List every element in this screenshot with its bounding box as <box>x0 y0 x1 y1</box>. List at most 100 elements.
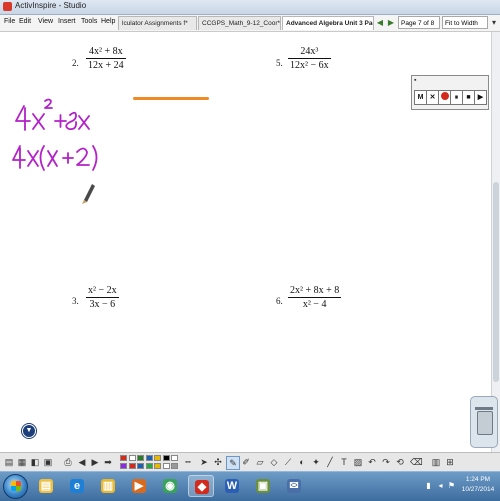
internet-explorer-icon: e <box>70 479 84 493</box>
color-swatch[interactable] <box>120 455 127 461</box>
trash-lid <box>475 407 493 410</box>
menu-help[interactable]: Help <box>101 18 115 25</box>
tools-icon[interactable]: ✣ <box>212 456 224 468</box>
windows-taskbar: ▤ e ▥ ▶ ◉ ◆ W ▣ ✉ ▮ ◂ ⚑ 1:24 PM 10/27/2014 <box>0 471 500 501</box>
color-palette <box>120 454 180 470</box>
start-button[interactable] <box>3 474 28 499</box>
highlighter-icon[interactable]: ✐ <box>240 456 252 468</box>
forward-icon[interactable]: ▶ <box>89 456 101 468</box>
taskbar-internet-explorer-button[interactable]: e <box>64 475 90 497</box>
page-indicator: Page 7 of 8 <box>398 16 440 29</box>
toolbox-toggle-icon[interactable]: ▼ <box>22 424 36 438</box>
toolbox-pin-icon[interactable]: ⊞ <box>444 456 456 468</box>
main-toolbox: ▤ ▦ ◧ ▣ ⎙ ◀ ▶ ➡ ┅ ➤ ✣ ✎ ✐ ▱ ◇ ⟋ ◐ ✦ ╱ T … <box>0 452 500 471</box>
activinspire-logo-icon <box>3 2 12 11</box>
fill-icon[interactable]: ◐ <box>296 456 308 468</box>
pen-tool-icon[interactable]: ✎ <box>226 456 240 470</box>
system-clock[interactable]: 1:24 PM 10/27/2014 <box>458 475 498 495</box>
next-page-icon[interactable]: ▶ <box>386 18 396 28</box>
clear-icon[interactable]: ⌫ <box>410 456 423 468</box>
connector-icon[interactable]: ⟋ <box>282 456 294 468</box>
word-icon: W <box>225 479 239 493</box>
zoom-select[interactable]: Fit to Width <box>442 16 488 29</box>
page-forward-icon[interactable]: ➡ <box>102 456 114 468</box>
color-swatch[interactable] <box>145 462 153 469</box>
play-button[interactable]: ▶ <box>474 90 487 105</box>
color-swatch[interactable] <box>154 462 161 469</box>
taskbar-app-8-button[interactable]: ▣ <box>250 475 276 497</box>
text-tool-icon[interactable]: T <box>338 456 350 468</box>
handwritten-factored <box>12 145 98 171</box>
handwritten-numerator <box>15 98 90 131</box>
app-8-icon: ▣ <box>256 479 270 493</box>
reset-page-icon[interactable]: ⟲ <box>394 456 406 468</box>
orange-annotation-line <box>133 97 209 100</box>
back-icon[interactable]: ◀ <box>76 456 88 468</box>
chevron-down-icon[interactable]: ▾ <box>489 18 499 28</box>
tab-advanced-algebra[interactable]: Advanced Algebra Unit 3 Pack <box>282 16 374 30</box>
desktop-annotate-icon[interactable]: ◧ <box>29 456 41 468</box>
color-swatch[interactable] <box>137 462 144 469</box>
recorder-toolbar[interactable]: ▪ M ✕ ⏸ ■ ▶ <box>411 75 489 110</box>
image-tool-icon[interactable]: ▨ <box>352 456 364 468</box>
menu-insert[interactable]: Insert <box>58 18 76 25</box>
print-icon[interactable]: ⎙ <box>62 456 74 468</box>
pen-cursor-icon <box>82 184 95 204</box>
tab-calculator-assignments[interactable]: lculator Assignments f* <box>118 16 197 30</box>
color-swatch[interactable] <box>171 455 178 461</box>
color-swatch[interactable] <box>137 455 144 461</box>
recorder-close-icon[interactable]: ▪ <box>414 77 416 84</box>
menu-edit[interactable]: Edit <box>19 18 31 25</box>
network-icon[interactable]: ▮ <box>424 481 433 490</box>
record-icon <box>440 92 449 101</box>
color-swatch[interactable] <box>154 455 161 461</box>
eraser-icon[interactable]: ▱ <box>254 456 266 468</box>
activinspire-icon: ◆ <box>195 480 209 494</box>
color-swatch[interactable] <box>120 462 127 469</box>
trash-can-icon[interactable] <box>470 396 498 448</box>
app-9-icon: ✉ <box>287 479 301 493</box>
color-swatch[interactable] <box>171 462 178 469</box>
trash-body <box>477 411 493 435</box>
redo-icon[interactable]: ↷ <box>380 456 392 468</box>
scrollbar-thumb[interactable] <box>493 182 499 382</box>
chrome-icon: ◉ <box>163 479 177 493</box>
line-icon[interactable]: ╱ <box>324 456 336 468</box>
flag-icon[interactable]: ⚑ <box>447 481 456 490</box>
dual-user-icon[interactable]: ▥ <box>430 456 442 468</box>
menu-view[interactable]: View <box>38 18 53 25</box>
color-swatch[interactable] <box>128 462 136 469</box>
undo-icon[interactable]: ↶ <box>366 456 378 468</box>
taskbar-app-9-button[interactable]: ✉ <box>281 475 307 497</box>
shape-icon[interactable]: ◇ <box>268 456 280 468</box>
menu-bar: File Edit View Insert Tools Help lculato… <box>0 15 500 32</box>
clock-time: 1:24 PM <box>465 476 491 483</box>
pen-width-slider-icon[interactable]: ┅ <box>182 456 194 468</box>
color-swatch[interactable] <box>162 455 170 461</box>
color-swatch[interactable] <box>145 455 153 461</box>
file-explorer-icon: ▥ <box>101 479 115 493</box>
clock-date: 10/27/2014 <box>461 486 495 493</box>
menu-tools[interactable]: Tools <box>81 18 97 25</box>
taskbar-chrome-button[interactable]: ◉ <box>157 475 183 497</box>
color-swatch[interactable] <box>162 462 170 469</box>
media-player-icon: ▶ <box>132 479 146 493</box>
vertical-scrollbar[interactable] <box>491 32 500 452</box>
select-icon[interactable]: ➤ <box>198 456 210 468</box>
magic-ink-icon[interactable]: ✦ <box>310 456 322 468</box>
main-menu-icon[interactable]: ▤ <box>3 456 15 468</box>
taskbar-media-player-button[interactable]: ▶ <box>126 475 152 497</box>
taskbar-file-explorer-button[interactable]: ▥ <box>95 475 121 497</box>
taskbar-activinspire-button[interactable]: ◆ <box>188 475 214 497</box>
taskbar-word-button[interactable]: W <box>219 475 245 497</box>
color-swatch[interactable] <box>128 455 136 461</box>
volume-icon[interactable]: ◂ <box>436 481 445 490</box>
taskbar-windows-explorer-button[interactable]: ▤ <box>33 475 59 497</box>
menu-file[interactable]: File <box>4 18 15 25</box>
flipchart-canvas[interactable]: 2. 4x² + 8x 12x + 24 5. 24x³ 12x² − 6x 3… <box>0 32 491 452</box>
screenshot-icon[interactable]: ▣ <box>42 456 54 468</box>
browsers-icon[interactable]: ▦ <box>16 456 28 468</box>
tab-ccgps-math[interactable]: CCGPS_Math_9-12_Coor* <box>198 16 281 30</box>
previous-page-icon[interactable]: ◀ <box>375 18 385 28</box>
window-title: ActivInspire - Studio <box>15 1 87 10</box>
